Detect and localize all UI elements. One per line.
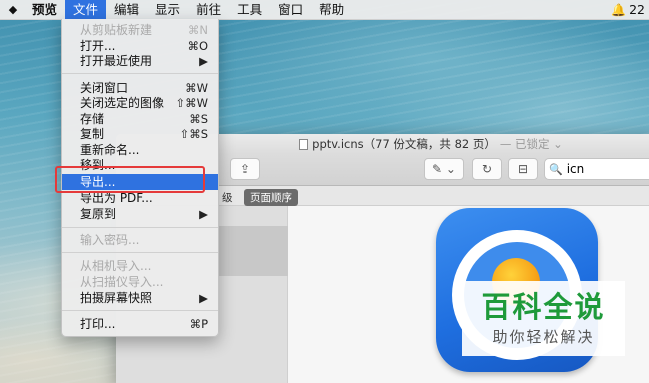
- watermark-title: 百科全说: [481, 290, 606, 324]
- toolbox-button[interactable]: ⊟: [508, 158, 538, 180]
- menu-item-label: 从剪贴板新建: [80, 23, 153, 37]
- menu-item-open[interactable]: 打开... ⌘O: [62, 38, 218, 54]
- menu-separator: [62, 227, 218, 228]
- window-title: pptv.icns（77 份文稿，共 82 页）: [312, 137, 496, 151]
- menu-item-shortcut: ⌘P: [189, 317, 208, 331]
- submenu-arrow-icon: ▶: [199, 54, 208, 68]
- menu-view[interactable]: 显示: [147, 0, 188, 20]
- menu-item-label: 从相机导入...: [80, 259, 152, 273]
- menu-item-label: 复制: [80, 127, 105, 141]
- rotate-button[interactable]: ↻: [472, 158, 502, 180]
- menu-item-label: 关闭窗口: [80, 81, 129, 95]
- lock-status[interactable]: — 已锁定 ⌄: [500, 136, 563, 152]
- menu-item-label: 打开...: [80, 39, 116, 53]
- menu-item-label: 关闭选定的图像: [80, 96, 165, 110]
- menu-item-shortcut: ⇧⌘W: [175, 96, 208, 110]
- menu-item-enter-password: 输入密码...: [62, 232, 218, 248]
- tab-level[interactable]: 级: [218, 189, 237, 206]
- menu-item-rename[interactable]: 重新命名...: [62, 142, 218, 158]
- menu-item-take-screenshot[interactable]: 拍摄屏幕快照 ▶: [62, 290, 218, 306]
- document-icon: [299, 138, 309, 150]
- menu-separator: [62, 310, 218, 311]
- watermark-subtitle: 助你轻松解决: [492, 328, 595, 346]
- menu-edit[interactable]: 编辑: [106, 0, 147, 20]
- search-input[interactable]: [566, 162, 647, 176]
- markup-pen-button[interactable]: ✎ ⌄: [424, 158, 464, 180]
- menu-item-label: 存储: [80, 112, 105, 126]
- menu-item-label: 从扫描仪导入...: [80, 275, 164, 289]
- menu-go[interactable]: 前往: [188, 0, 229, 20]
- pen-icon: ✎ ⌄: [432, 162, 456, 176]
- tab-page-order[interactable]: 页面顺序: [244, 189, 298, 206]
- menu-item-label: 拍摄屏幕快照: [80, 291, 153, 305]
- menu-help[interactable]: 帮助: [311, 0, 352, 20]
- search-field[interactable]: 🔍: [544, 158, 649, 180]
- status-badge[interactable]: 22: [629, 2, 645, 17]
- export-highlight-box: [55, 166, 205, 193]
- menu-item-duplicate[interactable]: 复制 ⇧⌘S: [62, 126, 218, 142]
- submenu-arrow-icon: ▶: [199, 291, 208, 305]
- menu-item-import-from-camera: 从相机导入...: [62, 258, 218, 274]
- menu-item-shortcut: ⌘W: [185, 81, 208, 95]
- status-area: 🔔 22: [611, 2, 649, 17]
- menu-item-label: 重新命名...: [80, 143, 140, 157]
- apple-logo-icon[interactable]: ◆: [2, 3, 24, 16]
- menu-item-revert-to[interactable]: 复原到 ▶: [62, 206, 218, 222]
- menu-separator: [62, 252, 218, 253]
- menu-item-shortcut: ⌘S: [189, 112, 208, 126]
- share-icon: ⇪: [239, 162, 251, 176]
- menu-item-label: 输入密码...: [80, 233, 140, 247]
- menu-bar: ◆ 预览 文件 编辑 显示 前往 工具 窗口 帮助 🔔 22: [0, 0, 649, 20]
- menu-item-close-window[interactable]: 关闭窗口 ⌘W: [62, 80, 218, 96]
- menu-item-save[interactable]: 存储 ⌘S: [62, 111, 218, 127]
- menu-item-new-from-clipboard: 从剪贴板新建 ⌘N: [62, 22, 218, 38]
- menu-item-shortcut: ⇧⌘S: [179, 127, 208, 141]
- search-icon: 🔍: [549, 162, 563, 176]
- menu-item-shortcut: ⌘N: [187, 23, 208, 37]
- menu-item-label: 打开最近使用: [80, 54, 153, 68]
- menu-preview[interactable]: 预览: [24, 0, 65, 20]
- menu-item-open-recent[interactable]: 打开最近使用 ▶: [62, 53, 218, 69]
- menu-item-close-selected-images[interactable]: 关闭选定的图像 ⇧⌘W: [62, 95, 218, 111]
- menu-item-shortcut: ⌘O: [187, 39, 208, 53]
- menu-tools[interactable]: 工具: [229, 0, 270, 20]
- menu-file[interactable]: 文件: [65, 0, 107, 20]
- share-button[interactable]: ⇪: [230, 158, 260, 180]
- rotate-icon: ↻: [481, 162, 493, 176]
- selected-thumbnail[interactable]: [218, 226, 288, 276]
- submenu-arrow-icon: ▶: [199, 207, 208, 221]
- menu-item-label: 复原到: [80, 207, 117, 221]
- menu-separator: [62, 73, 218, 74]
- menu-window[interactable]: 窗口: [270, 0, 311, 20]
- toolbox-icon: ⊟: [517, 162, 529, 176]
- menu-item-import-from-scanner: 从扫描仪导入...: [62, 274, 218, 290]
- watermark-logo: 百科全说 助你轻松解决: [462, 281, 625, 356]
- bell-icon[interactable]: 🔔: [611, 3, 626, 17]
- menu-item-print[interactable]: 打印... ⌘P: [62, 316, 218, 332]
- menu-item-label: 打印...: [80, 317, 116, 331]
